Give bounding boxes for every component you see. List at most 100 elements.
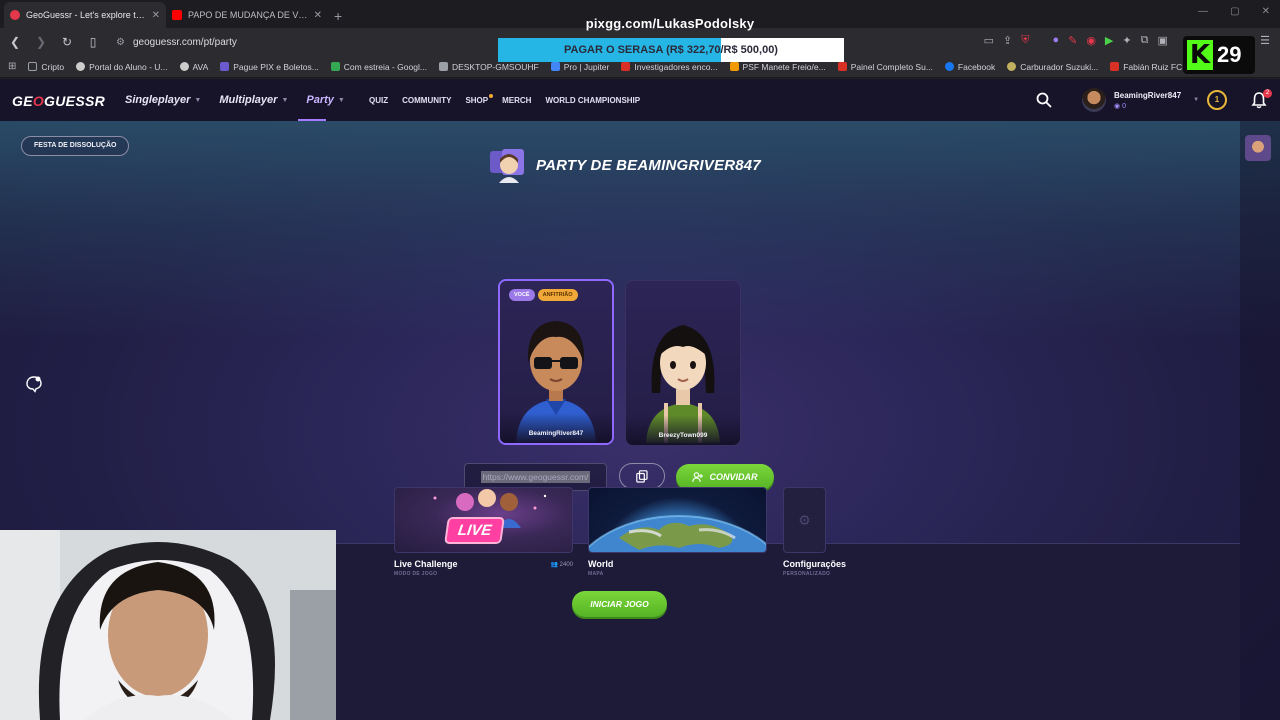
player-card-guest[interactable]: BreezyTown099	[625, 280, 741, 446]
coin-balance: ◉ 0	[1114, 102, 1126, 110]
share-icon[interactable]: ⇪	[1003, 34, 1012, 47]
player-name: BreezyTown099	[658, 432, 708, 439]
user-menu[interactable]: BeamingRiver847 ◉ 0 ▼	[1082, 88, 1199, 112]
pix-donation-url: pixgg.com/LukasPodolsky	[585, 16, 755, 31]
bookmark-item[interactable]: Pague PIX e Boletos...	[220, 62, 319, 72]
site-icon	[220, 62, 230, 71]
pen-extension-icon[interactable]: ✎	[1068, 34, 1077, 47]
player-card-host[interactable]: VOCÊ ANFITRIÃO BeamingRiver847	[498, 279, 614, 445]
top-navigation: GEOGUESSR Singleplayer ▼ Multiplayer ▼ Par…	[0, 79, 1280, 121]
streamer-webcam	[0, 530, 336, 720]
screen-icon[interactable]: ▭	[984, 34, 994, 47]
webcam-feed	[0, 530, 336, 720]
site-icon	[1007, 62, 1017, 71]
bookmark-item[interactable]: Portal do Aluno - U...	[76, 62, 168, 72]
copy-link-button[interactable]	[619, 463, 665, 489]
globe-extension-icon[interactable]: ✦	[1122, 34, 1131, 47]
puzzle-icon[interactable]: ⧉	[1141, 34, 1149, 47]
earth-illustration	[589, 515, 766, 552]
menu-icon[interactable]: ☰	[1260, 34, 1270, 47]
chevron-down-icon: ▼	[194, 96, 202, 104]
main-nav: Singleplayer ▼ Multiplayer ▼ Party ▼	[125, 94, 345, 106]
geoguessr-logo[interactable]: GEOGUESSR	[12, 93, 105, 109]
play-extension-icon[interactable]: ▶	[1105, 34, 1113, 47]
site-icon	[1110, 62, 1120, 71]
site-icon	[76, 62, 86, 71]
nav-world-championship[interactable]: WORLD CHAMPIONSHIP	[545, 96, 640, 105]
forward-icon[interactable]: ❯	[34, 35, 48, 49]
player-tags: VOCÊ ANFITRIÃO	[509, 289, 578, 301]
gear-icon: ⚙	[798, 511, 811, 528]
bookmark-icon[interactable]: ▯	[86, 35, 100, 49]
copy-icon	[636, 469, 648, 483]
url-text: geoguessr.com/pt/party	[132, 36, 237, 48]
map-option[interactable]: World MAPA	[588, 487, 767, 577]
reload-icon[interactable]: ↻	[60, 35, 74, 49]
chevron-down-icon: ▼	[1193, 97, 1200, 103]
nav-party[interactable]: Party ▼	[306, 94, 344, 106]
bookmark-item[interactable]: Painel Completo Su...	[837, 62, 933, 72]
bookmark-item[interactable]: Facebook	[944, 62, 995, 72]
bookmark-item[interactable]: Carburador Suzuki...	[1007, 62, 1098, 72]
card-shade	[626, 415, 740, 445]
nav-quiz[interactable]: QUIZ	[369, 96, 388, 105]
option-name: World	[588, 559, 614, 569]
nav-singleplayer[interactable]: Singleplayer ▼	[125, 94, 201, 106]
chat-icon[interactable]	[25, 375, 43, 393]
nav-multiplayer[interactable]: Multiplayer ▼	[219, 94, 288, 106]
world-map-thumbnail	[588, 487, 767, 553]
chevron-down-icon: ▼	[337, 96, 345, 104]
extension-icon[interactable]: ●	[1052, 34, 1059, 47]
party-avatar-icon	[490, 149, 524, 183]
site-icon	[729, 62, 739, 71]
nav-community[interactable]: COMMUNITY	[402, 96, 451, 105]
nav-merch[interactable]: MERCH	[502, 96, 531, 105]
notification-count: 2	[1263, 89, 1272, 98]
disband-party-button[interactable]: FESTA DE DISSOLUÇÃO	[21, 136, 130, 156]
live-challenge-thumbnail: LIVE	[394, 487, 573, 553]
bookmark-item[interactable]: Com estreia - Googl...	[330, 62, 427, 72]
viewer-count: 29	[1217, 42, 1242, 67]
invite-button-label: CONVIDAR	[709, 472, 758, 482]
option-subtitle: PERSONALIZADO	[783, 571, 831, 577]
search-icon[interactable]	[1036, 92, 1052, 108]
bookmark-item[interactable]: AVA	[179, 62, 208, 72]
chevron-down-icon: ▼	[281, 96, 289, 104]
sidebar-icon[interactable]: ▣	[1157, 34, 1167, 47]
site-icon	[179, 62, 189, 71]
shield-extension-icon[interactable]: ⛨	[1021, 34, 1029, 47]
record-extension-icon[interactable]: ◉	[1086, 34, 1096, 47]
back-icon[interactable]: ❮	[8, 35, 22, 49]
site-icon	[621, 62, 631, 71]
bookmark-item[interactable]: DESKTOP-GMSOUHF	[438, 62, 539, 72]
friend-avatar[interactable]	[1245, 135, 1271, 161]
coin-icon: ◉	[1114, 102, 1121, 110]
card-shade	[500, 413, 612, 443]
username: BeamingRiver847	[1114, 90, 1182, 100]
bookmark-item[interactable]: Cripto	[28, 62, 64, 72]
users-icon: 👥	[550, 562, 558, 568]
url-field[interactable]: ⚙ geoguessr.com/pt/party	[116, 37, 237, 48]
level-badge[interactable]: 1	[1207, 90, 1227, 110]
add-user-icon	[692, 471, 704, 482]
site-info-icon[interactable]: ⚙	[116, 37, 125, 48]
nav-shop[interactable]: SHOP	[465, 94, 493, 105]
apps-grid-icon[interactable]: ⊞	[8, 61, 16, 72]
avatar	[1082, 88, 1106, 112]
site-icon	[438, 62, 448, 71]
facebook-icon	[944, 62, 954, 71]
donation-goal-bar: PAGAR O SERASA (R$ 322,70/R$ 500,00)	[498, 38, 844, 62]
kick-viewer-badge: K 29	[1183, 36, 1255, 74]
right-sidebar	[1240, 121, 1280, 720]
start-game-button[interactable]: INICIAR JOGO	[572, 591, 667, 617]
bookmark-item[interactable]: Investigadores enco...	[621, 62, 718, 72]
donation-goal-text: PAGAR O SERASA (R$ 322,70/R$ 500,00)	[564, 44, 778, 56]
site-icon	[550, 62, 560, 71]
bookmark-item[interactable]: PSF Manete Freio/e...	[729, 62, 826, 72]
live-badge: LIVE	[446, 519, 503, 542]
folder-icon	[28, 62, 38, 71]
settings-thumbnail: ⚙	[783, 487, 826, 553]
settings-option[interactable]: ⚙ Configurações PERSONALIZADO	[783, 487, 846, 577]
bookmark-item[interactable]: Pro | Jupiter	[550, 62, 609, 72]
game-mode-option[interactable]: LIVE Live Challenge MODO DE JOGO 👥 2400	[394, 487, 573, 577]
